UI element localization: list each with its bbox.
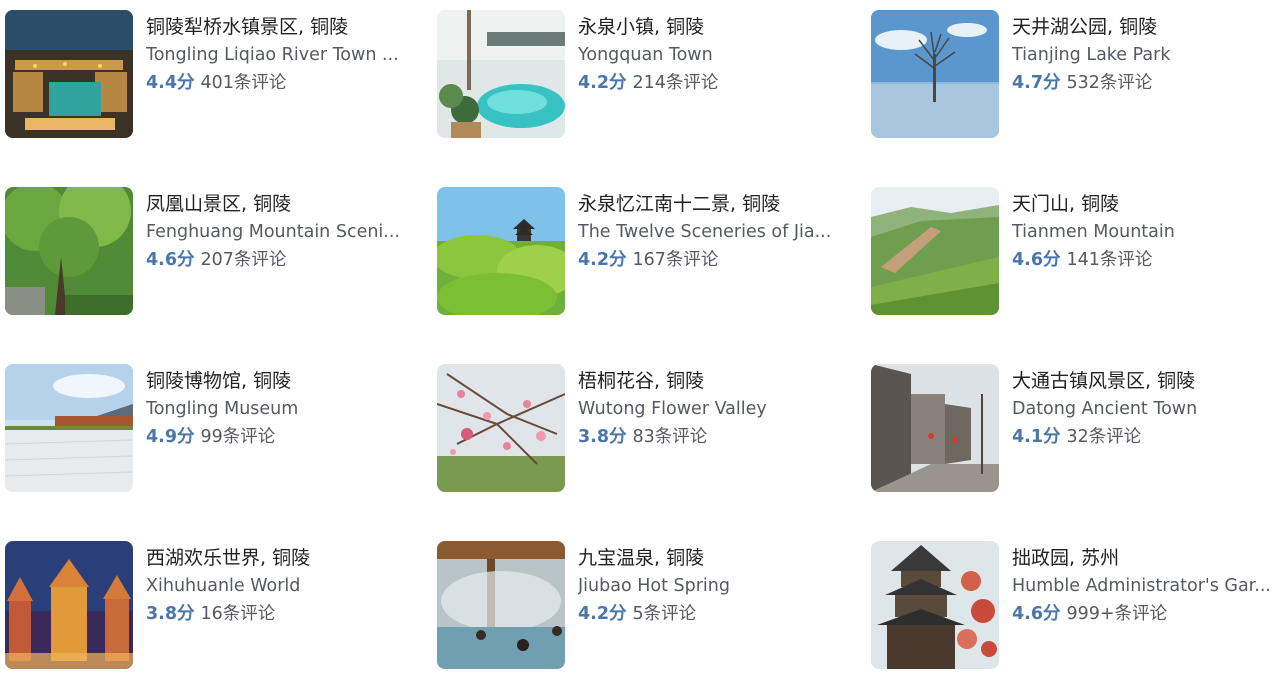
review-count[interactable]: 16条评论 bbox=[201, 604, 276, 624]
attraction-title[interactable]: 拙政园, 苏州 bbox=[1012, 545, 1274, 571]
rating-score: 3.8分 bbox=[578, 427, 627, 447]
attraction-photo[interactable] bbox=[5, 10, 133, 138]
attraction-photo[interactable] bbox=[437, 10, 565, 138]
rating-score: 4.6分 bbox=[1012, 250, 1061, 270]
attraction-english-name: Datong Ancient Town bbox=[1012, 399, 1198, 419]
attraction-title[interactable]: 铜陵博物馆, 铜陵 bbox=[146, 368, 408, 394]
attraction-title[interactable]: 永泉忆江南十二景, 铜陵 bbox=[578, 191, 840, 217]
review-count[interactable]: 5条评论 bbox=[633, 604, 697, 624]
attraction-rating: 3.8分 83条评论 bbox=[578, 424, 840, 450]
attraction-title[interactable]: 铜陵犁桥水镇景区, 铜陵 bbox=[146, 14, 408, 40]
attraction-card[interactable]: 铜陵博物馆, 铜陵 Tongling Museum 4.9分 99条评论 bbox=[5, 364, 405, 492]
attraction-card[interactable]: 拙政园, 苏州 Humble Administrator's Gar... 4.… bbox=[871, 541, 1271, 669]
attraction-title[interactable]: 凤凰山景区, 铜陵 bbox=[146, 191, 408, 217]
attraction-photo[interactable] bbox=[871, 364, 999, 492]
attraction-rating: 4.1分 32条评论 bbox=[1012, 424, 1274, 450]
attraction-rating: 4.6分 207条评论 bbox=[146, 247, 408, 273]
rating-score: 3.8分 bbox=[146, 604, 195, 624]
rating-score: 4.6分 bbox=[1012, 604, 1061, 624]
review-count[interactable]: 83条评论 bbox=[633, 427, 708, 447]
attraction-photo[interactable] bbox=[437, 541, 565, 669]
attraction-title[interactable]: 天门山, 铜陵 bbox=[1012, 191, 1274, 217]
attraction-rating: 4.2分 214条评论 bbox=[578, 70, 840, 96]
rating-score: 4.6分 bbox=[146, 250, 195, 270]
review-count[interactable]: 532条评论 bbox=[1067, 73, 1153, 93]
attraction-rating: 4.9分 99条评论 bbox=[146, 424, 408, 450]
attraction-photo[interactable] bbox=[5, 187, 133, 315]
attraction-title[interactable]: 西湖欢乐世界, 铜陵 bbox=[146, 545, 408, 571]
attraction-title[interactable]: 大通古镇风景区, 铜陵 bbox=[1012, 368, 1274, 394]
review-count[interactable]: 207条评论 bbox=[201, 250, 287, 270]
attraction-card[interactable]: 铜陵犁桥水镇景区, 铜陵 Tongling Liqiao River Town … bbox=[5, 10, 405, 138]
rating-score: 4.9分 bbox=[146, 427, 195, 447]
attraction-rating: 3.8分 16条评论 bbox=[146, 601, 408, 627]
attraction-rating: 4.2分 5条评论 bbox=[578, 601, 840, 627]
attraction-english-name: Xihuhuanle World bbox=[146, 576, 301, 596]
rating-score: 4.2分 bbox=[578, 73, 627, 93]
attraction-english-name: Yongquan Town bbox=[578, 45, 713, 65]
attraction-card[interactable]: 大通古镇风景区, 铜陵 Datong Ancient Town 4.1分 32条评… bbox=[871, 364, 1271, 492]
rating-score: 4.2分 bbox=[578, 604, 627, 624]
attraction-card[interactable]: 永泉小镇, 铜陵 Yongquan Town 4.2分 214条评论 bbox=[437, 10, 837, 138]
review-count[interactable]: 99条评论 bbox=[201, 427, 276, 447]
attraction-rating: 4.7分 532条评论 bbox=[1012, 70, 1274, 96]
attraction-title[interactable]: 梧桐花谷, 铜陵 bbox=[578, 368, 840, 394]
review-count[interactable]: 141条评论 bbox=[1067, 250, 1153, 270]
attractions-grid: 铜陵犁桥水镇景区, 铜陵 Tongling Liqiao River Town … bbox=[0, 0, 1280, 678]
attraction-title[interactable]: 天井湖公园, 铜陵 bbox=[1012, 14, 1274, 40]
attraction-english-name: The Twelve Sceneries of Jia... bbox=[578, 222, 832, 242]
review-count[interactable]: 999+条评论 bbox=[1067, 604, 1168, 624]
attraction-photo[interactable] bbox=[5, 541, 133, 669]
attraction-photo[interactable] bbox=[5, 364, 133, 492]
attraction-card[interactable]: 九宝温泉, 铜陵 Jiubao Hot Spring 4.2分 5条评论 bbox=[437, 541, 837, 669]
review-count[interactable]: 32条评论 bbox=[1067, 427, 1142, 447]
attraction-card[interactable]: 西湖欢乐世界, 铜陵 Xihuhuanle World 3.8分 16条评论 bbox=[5, 541, 405, 669]
attraction-english-name: Wutong Flower Valley bbox=[578, 399, 767, 419]
attraction-card[interactable]: 天井湖公园, 铜陵 Tianjing Lake Park 4.7分 532条评论 bbox=[871, 10, 1271, 138]
attraction-photo[interactable] bbox=[437, 187, 565, 315]
attraction-card[interactable]: 永泉忆江南十二景, 铜陵 The Twelve Sceneries of Jia… bbox=[437, 187, 837, 315]
rating-score: 4.7分 bbox=[1012, 73, 1061, 93]
attraction-photo[interactable] bbox=[871, 10, 999, 138]
attraction-rating: 4.6分 141条评论 bbox=[1012, 247, 1274, 273]
attraction-rating: 4.2分 167条评论 bbox=[578, 247, 840, 273]
attraction-title[interactable]: 永泉小镇, 铜陵 bbox=[578, 14, 840, 40]
attraction-english-name: Jiubao Hot Spring bbox=[578, 576, 730, 596]
attraction-rating: 4.6分 999+条评论 bbox=[1012, 601, 1274, 627]
attraction-photo[interactable] bbox=[871, 187, 999, 315]
attraction-english-name: Tianjing Lake Park bbox=[1012, 45, 1171, 65]
attraction-card[interactable]: 天门山, 铜陵 Tianmen Mountain 4.6分 141条评论 bbox=[871, 187, 1271, 315]
attraction-title[interactable]: 九宝温泉, 铜陵 bbox=[578, 545, 840, 571]
attraction-card[interactable]: 梧桐花谷, 铜陵 Wutong Flower Valley 3.8分 83条评论 bbox=[437, 364, 837, 492]
attraction-rating: 4.4分 401条评论 bbox=[146, 70, 408, 96]
rating-score: 4.1分 bbox=[1012, 427, 1061, 447]
attraction-photo[interactable] bbox=[437, 364, 565, 492]
attraction-english-name: Tongling Museum bbox=[146, 399, 299, 419]
attraction-photo[interactable] bbox=[871, 541, 999, 669]
attraction-english-name: Humble Administrator's Gar... bbox=[1012, 576, 1271, 596]
review-count[interactable]: 214条评论 bbox=[633, 73, 719, 93]
review-count[interactable]: 401条评论 bbox=[201, 73, 287, 93]
review-count[interactable]: 167条评论 bbox=[633, 250, 719, 270]
attraction-english-name: Tianmen Mountain bbox=[1012, 222, 1175, 242]
rating-score: 4.4分 bbox=[146, 73, 195, 93]
attraction-english-name: Tongling Liqiao River Town ... bbox=[146, 45, 399, 65]
attraction-english-name: Fenghuang Mountain Sceni... bbox=[146, 222, 400, 242]
rating-score: 4.2分 bbox=[578, 250, 627, 270]
attraction-card[interactable]: 凤凰山景区, 铜陵 Fenghuang Mountain Sceni... 4.… bbox=[5, 187, 405, 315]
